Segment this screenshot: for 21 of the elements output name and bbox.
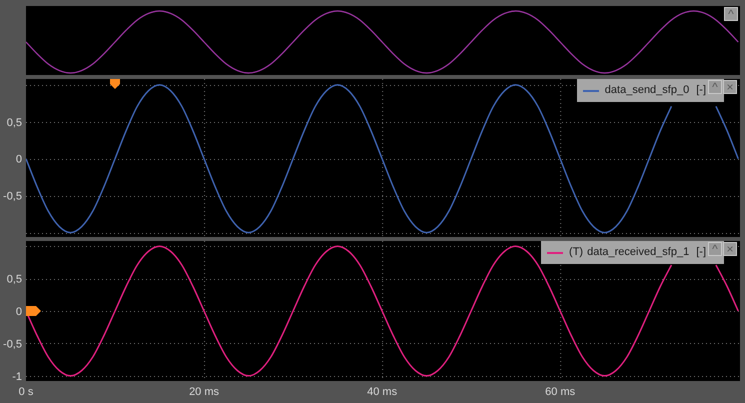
collapse-button[interactable]: ^ xyxy=(708,80,722,94)
x-tick-label: 20 ms xyxy=(189,386,220,398)
y-tick-label: 0,5 xyxy=(6,274,22,286)
y-tick-label: -0,5 xyxy=(3,338,22,350)
y-tick-label: -0,5 xyxy=(3,190,22,203)
x-tick-label: 0 s xyxy=(18,386,34,398)
legend-prefix: (T) xyxy=(569,245,584,260)
y-tick-label: -1 xyxy=(12,370,22,383)
legend-label: data_send_sfp_0 xyxy=(604,83,690,98)
close-button[interactable]: × xyxy=(723,242,737,256)
legend-suffix: [-] xyxy=(696,83,706,98)
y-tick-label: 0 xyxy=(16,306,22,318)
legend-label: data_received_sfp_1 xyxy=(587,245,690,260)
collapse-button[interactable]: ^ xyxy=(708,242,722,256)
close-button[interactable]: × xyxy=(723,80,737,94)
y-tick-label: 0,5 xyxy=(6,116,22,129)
x-tick-label: 60 ms xyxy=(545,386,576,398)
collapse-button[interactable]: ^ xyxy=(724,7,738,21)
legend-suffix: [-] xyxy=(696,245,706,260)
x-tick-label: 40 ms xyxy=(367,386,398,398)
y-tick-label: 0 xyxy=(16,154,22,166)
